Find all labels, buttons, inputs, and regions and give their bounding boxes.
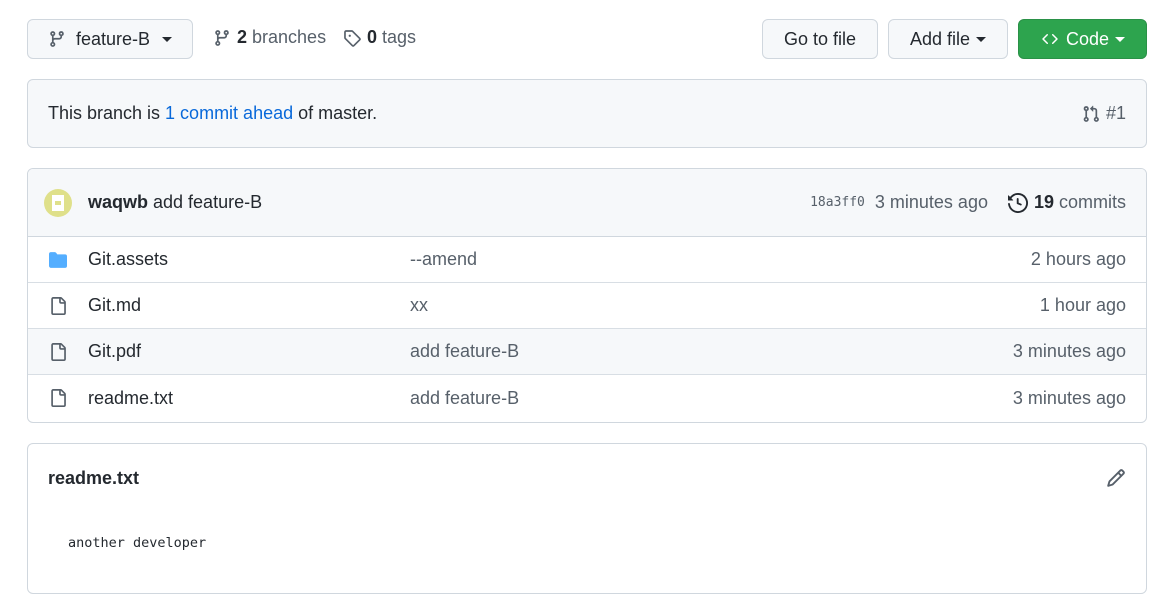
branches-count: 2 [237,27,248,47]
tags-count: 0 [367,27,378,47]
chevron-down-icon [1115,36,1126,42]
file-list: waqwb add feature-B 18a3ff0 3 minutes ag… [27,168,1147,423]
go-to-file-button[interactable]: Go to file [762,19,878,59]
branch-name: feature-B [75,28,151,49]
tags-link[interactable]: 0 tags [343,27,416,48]
file-icon [46,388,70,408]
readme-header: readme.txt [28,444,1146,512]
commit-author[interactable]: waqwb [88,192,148,213]
file-name[interactable]: Git.pdf [88,341,410,362]
folder-icon [46,251,70,269]
commit-message[interactable]: add feature-B [153,192,262,213]
file-commit-message[interactable]: xx [410,295,428,316]
git-branch-icon [48,30,66,48]
table-row[interactable]: Git.assets --amend 2 hours ago [28,237,1146,283]
latest-commit-bar: waqwb add feature-B 18a3ff0 3 minutes ag… [28,169,1146,237]
commits-ahead-link[interactable]: 1 commit ahead [165,103,293,123]
file-icon [46,296,70,316]
chevron-down-icon [162,36,173,42]
table-row[interactable]: Git.pdf add feature-B 3 minutes ago [28,329,1146,375]
code-label: Code [1065,28,1110,49]
file-icon [46,342,70,362]
pull-request-link[interactable]: #1 [1082,103,1126,124]
branches-link[interactable]: 2 branches [213,27,326,48]
commits-count: 19 [1033,192,1054,212]
branch-ahead-text: This branch is 1 commit ahead of master. [48,103,377,124]
commit-time: 3 minutes ago [874,192,988,212]
code-button[interactable]: Code [1018,19,1147,59]
commits-label: commits [1059,192,1126,212]
table-row[interactable]: Git.md xx 1 hour ago [28,283,1146,329]
go-to-file-label: Go to file [783,28,857,49]
ahead-prefix: This branch is [48,103,166,123]
commits-history-link[interactable]: 19 commits [1007,192,1126,213]
pull-request-number: #1 [1105,103,1126,123]
file-age: 3 minutes ago [1012,387,1126,408]
git-pull-request-icon [1082,105,1100,123]
ahead-suffix: of master. [293,103,378,123]
history-icon [1007,192,1028,213]
file-age: 1 hour ago [1039,295,1126,315]
commit-sha[interactable]: 18a3ff0 [810,195,865,210]
readme-title[interactable]: readme.txt [48,468,139,489]
file-commit-message[interactable]: --amend [410,249,477,270]
chevron-down-icon [976,36,987,42]
file-name[interactable]: readme.txt [88,388,410,409]
add-file-label: Add file [909,28,971,49]
branch-select-button[interactable]: feature-B [27,19,193,59]
git-branch-icon [213,29,231,47]
pencil-icon[interactable] [1106,468,1126,488]
file-age: 2 hours ago [1030,249,1126,269]
readme-panel: readme.txt another developer [27,443,1147,594]
branches-label: branches [252,27,327,47]
file-commit-message[interactable]: add feature-B [410,341,519,362]
file-name[interactable]: Git.md [88,295,410,316]
file-age: 3 minutes ago [1012,341,1126,361]
code-icon [1040,31,1060,47]
file-commit-message[interactable]: add feature-B [410,388,519,409]
tags-label: tags [382,27,417,47]
readme-content: another developer [68,535,207,551]
branch-ahead-banner: This branch is 1 commit ahead of master.… [27,79,1147,148]
tag-icon [343,29,361,47]
table-row[interactable]: readme.txt add feature-B 3 minutes ago [28,375,1146,421]
add-file-button[interactable]: Add file [888,19,1008,59]
avatar[interactable] [44,188,72,217]
file-name[interactable]: Git.assets [88,249,410,270]
